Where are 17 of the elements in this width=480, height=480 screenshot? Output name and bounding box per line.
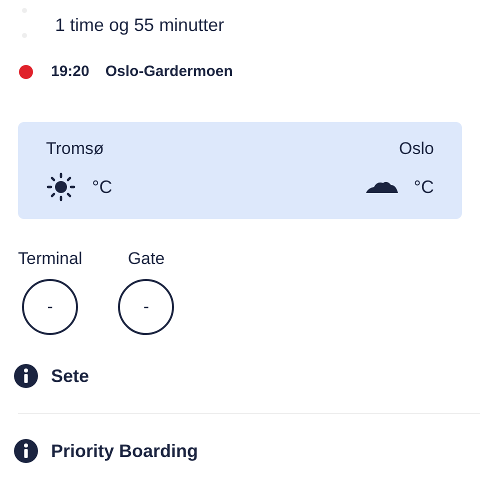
city-name: Oslo — [399, 138, 434, 160]
info-value: - — [118, 279, 174, 335]
info-label: Gate — [128, 249, 165, 269]
arrival-airport: Oslo-Gardermoen — [105, 62, 233, 82]
arrival-time: 19:20 — [51, 62, 90, 82]
section-title: Sete — [51, 364, 90, 388]
section-title: Priority Boarding — [51, 440, 198, 463]
cloud-icon — [366, 181, 398, 193]
city-name: Tromsø — [46, 138, 104, 160]
info-label: Terminal — [18, 249, 82, 269]
flight-duration: 1 time og 55 minutter — [55, 14, 224, 36]
info-icon — [14, 439, 38, 463]
temperature: °C — [92, 176, 112, 198]
info-value: - — [22, 279, 78, 335]
temperature: °C — [414, 176, 434, 198]
info-icon — [14, 364, 38, 388]
sun-icon — [46, 172, 76, 202]
